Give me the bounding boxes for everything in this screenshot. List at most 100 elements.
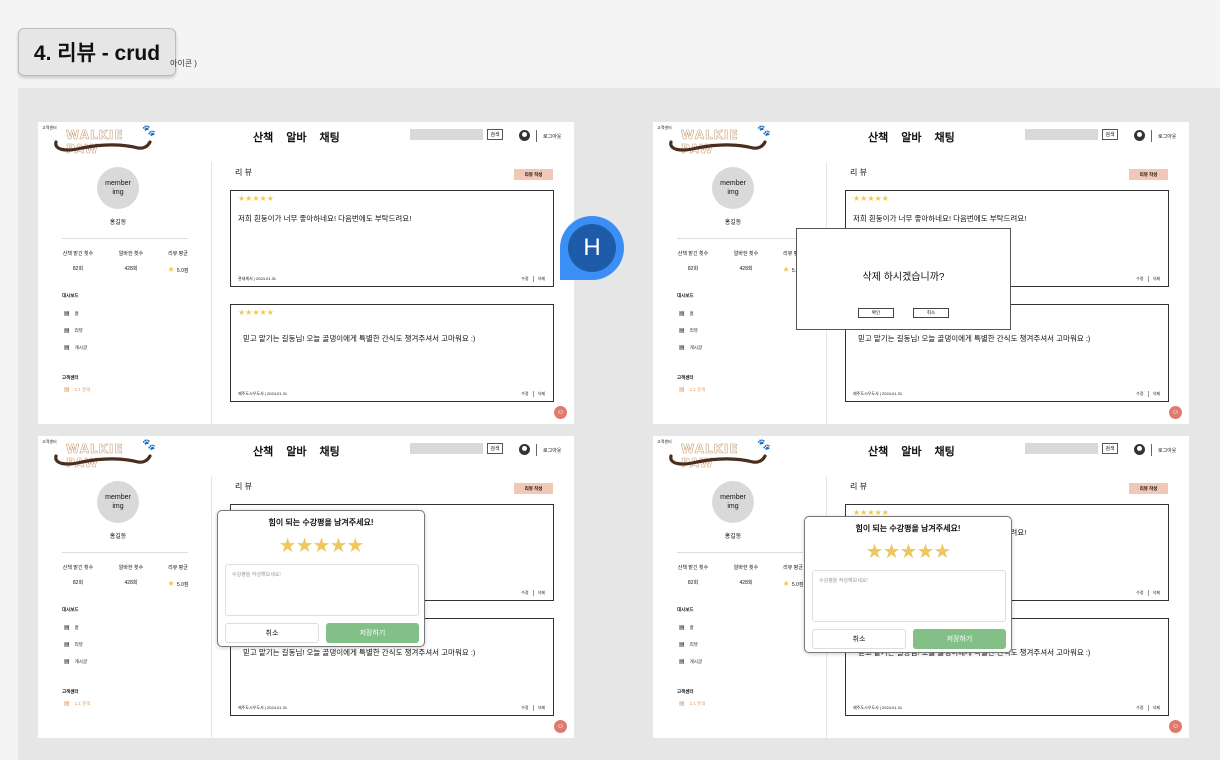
search-button[interactable]: 검색	[487, 443, 503, 454]
delete-button[interactable]: 삭제	[1153, 590, 1160, 596]
sidebar-item-home[interactable]: ▤ 홈	[64, 310, 79, 318]
sidebar-item-home[interactable]: ▤ 홈	[679, 624, 694, 632]
review-save-button[interactable]: 저장하기	[913, 629, 1006, 649]
nav-item-2[interactable]: 채팅	[320, 129, 340, 145]
review-save-button[interactable]: 저장하기	[326, 623, 419, 643]
logo[interactable]: WALKIE PAW 🐾	[667, 438, 771, 470]
nav-item-1[interactable]: 알바	[901, 443, 921, 459]
post-icon: ▤	[64, 345, 70, 351]
stat-value-text: 82회	[72, 580, 84, 586]
delete-button[interactable]: 삭제	[538, 391, 545, 397]
delete-button[interactable]: 삭제	[538, 705, 545, 711]
chat-fab-icon[interactable]: ☺	[554, 720, 567, 733]
edit-button[interactable]: 수정	[1136, 391, 1143, 397]
nav-item-1[interactable]: 알바	[286, 129, 306, 145]
logo[interactable]: WALKIE PAW 🐾	[52, 438, 156, 470]
search-button[interactable]: 검색	[1102, 129, 1118, 140]
delete-button[interactable]: 삭제	[1153, 391, 1160, 397]
sidebar-item-review[interactable]: ▤ 리뷰	[64, 327, 83, 335]
search-button[interactable]: 검색	[487, 129, 503, 140]
sidebar-item-post[interactable]: ▤ 게시글	[64, 658, 87, 666]
user-icon[interactable]	[1134, 444, 1145, 455]
logo-tail-icon	[54, 140, 152, 152]
write-review-button[interactable]: 리뷰 작성	[1129, 169, 1168, 180]
nav-item-0[interactable]: 산책	[868, 129, 888, 145]
search-button[interactable]: 검색	[1102, 443, 1118, 454]
sidebar-item-post[interactable]: ▤ 게시글	[64, 344, 88, 352]
edit-button[interactable]: 수정	[1136, 705, 1143, 711]
search-input[interactable]	[1025, 129, 1098, 140]
stat-label: 산책 맡긴 횟수	[677, 251, 709, 257]
review-cancel-button[interactable]: 취소	[812, 629, 906, 649]
write-review-button[interactable]: 리뷰 작성	[1129, 483, 1168, 494]
sidebar-item-inquiry[interactable]: ▤ 1:1 문의	[679, 700, 705, 708]
nav-item-1[interactable]: 알바	[286, 443, 306, 459]
search-input[interactable]	[410, 443, 483, 454]
nav-item-1[interactable]: 알바	[901, 129, 921, 145]
sidebar-item-home[interactable]: ▤ 홈	[64, 624, 79, 632]
edit-button[interactable]: 수정	[521, 590, 528, 596]
delete-button[interactable]: 삭제	[1153, 276, 1160, 282]
stat-value: 82회	[55, 265, 101, 272]
nav-item-2[interactable]: 채팅	[935, 129, 955, 145]
review-author: 제주도시우도사	[238, 391, 264, 396]
logout-link[interactable]: 로그아웃	[1158, 447, 1176, 454]
sidebar-item-inquiry[interactable]: ▤ 1:1 문의	[64, 386, 90, 394]
logout-link[interactable]: 로그아웃	[543, 447, 561, 454]
search-input[interactable]	[1025, 443, 1098, 454]
sidebar-item-label: 게시글	[74, 344, 88, 350]
review-textarea[interactable]: 수강평을 작성해보세요!	[812, 570, 1006, 622]
write-review-button[interactable]: 리뷰 작성	[514, 169, 553, 180]
logo[interactable]: WALKIE PAW 🐾	[52, 124, 156, 156]
rating-stars-input[interactable]: ★★★★★	[218, 533, 424, 558]
nav-item-2[interactable]: 채팅	[320, 443, 340, 459]
edit-button[interactable]: 수정	[1136, 276, 1143, 282]
write-review-button[interactable]: 리뷰 작성	[514, 483, 553, 494]
logo[interactable]: WALKIE PAW 🐾	[667, 124, 771, 156]
nav-item-0[interactable]: 산책	[868, 443, 888, 459]
logout-link[interactable]: 로그아웃	[543, 133, 561, 140]
delete-button[interactable]: 삭제	[538, 276, 545, 282]
dashboard-heading: 대시보드	[677, 607, 694, 612]
nav-item-0[interactable]: 산책	[253, 129, 273, 145]
home-icon: ▤	[679, 625, 685, 631]
edit-button[interactable]: 수정	[521, 705, 528, 711]
sidebar-item-post[interactable]: ▤ 게시글	[679, 344, 702, 352]
sidebar-item-review[interactable]: ▤ 리뷰	[64, 641, 83, 649]
chat-fab-icon[interactable]: ☺	[1169, 406, 1182, 419]
delete-button[interactable]: 삭제	[538, 590, 545, 596]
sidebar-item-inquiry[interactable]: ▤ 1:1 문의	[64, 700, 90, 708]
user-icon[interactable]	[519, 130, 530, 141]
delete-button[interactable]: 삭제	[1153, 705, 1160, 711]
stat-value-text: 82회	[72, 266, 84, 272]
nav-item-0[interactable]: 산책	[253, 443, 273, 459]
rating-stars-input[interactable]: ★★★★★	[805, 539, 1011, 564]
edit-button[interactable]: 수정	[521, 391, 528, 397]
confirm-button[interactable]: 확인	[858, 308, 894, 318]
cancel-button[interactable]: 취소	[913, 308, 949, 318]
sidebar-item-post[interactable]: ▤ 게시글	[679, 658, 702, 666]
user-icon[interactable]	[1134, 130, 1145, 141]
floating-avatar-bubble[interactable]: H	[560, 216, 624, 280]
review-textarea[interactable]: 수강평을 작성해보세요!	[225, 564, 419, 616]
member-name: 홍길동	[724, 534, 742, 540]
chat-fab-icon[interactable]: ☺	[554, 406, 567, 419]
site-header: 고객센터 WALKIE PAW 🐾 산책 알바 채팅 검색 로그아웃	[38, 436, 574, 470]
sidebar-item-review[interactable]: ▤ 리뷰	[679, 641, 698, 649]
nav-item-2[interactable]: 채팅	[935, 443, 955, 459]
sidebar-item-home[interactable]: ▤ 홈	[679, 310, 694, 318]
review-icon: ▤	[679, 642, 685, 648]
logout-link[interactable]: 로그아웃	[1158, 133, 1176, 140]
review-author: 제주도시우도사	[853, 391, 879, 396]
sidebar-item-inquiry[interactable]: ▤ 1:1 문의	[679, 386, 705, 394]
main-nav: 산책 알바 채팅	[868, 443, 955, 459]
search-input[interactable]	[410, 129, 483, 140]
user-icon[interactable]	[519, 444, 530, 455]
sidebar-item-review[interactable]: ▤ 리뷰	[679, 327, 698, 335]
review-cancel-button[interactable]: 취소	[225, 623, 319, 643]
stat-value: 428회	[723, 265, 769, 272]
action-divider	[1147, 391, 1149, 397]
chat-fab-icon[interactable]: ☺	[1169, 720, 1182, 733]
edit-button[interactable]: 수정	[521, 276, 528, 282]
edit-button[interactable]: 수정	[1136, 590, 1143, 596]
